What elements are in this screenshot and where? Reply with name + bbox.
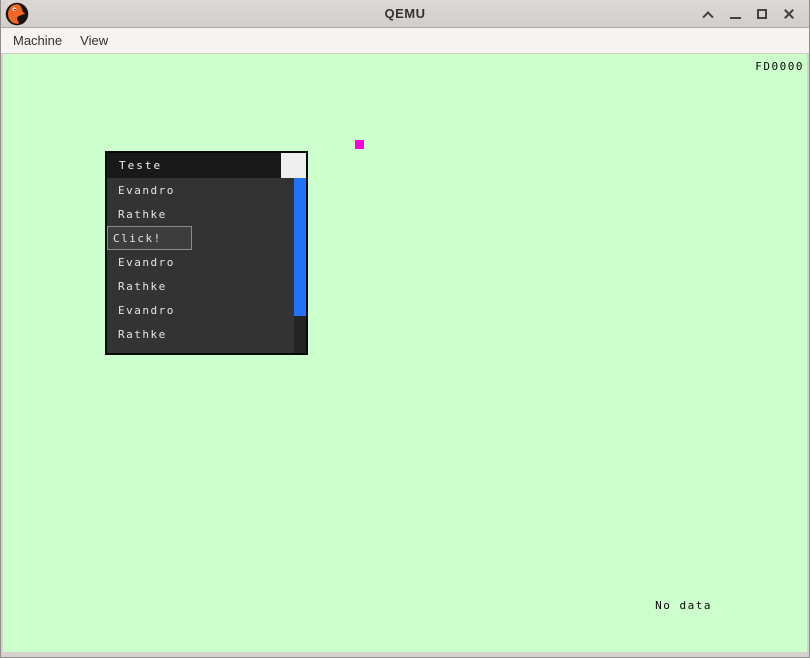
menu-bar: Machine View xyxy=(1,28,809,54)
teste-titlebar[interactable]: Teste xyxy=(107,153,306,178)
maximize-icon xyxy=(757,8,767,19)
click-button[interactable]: Click! xyxy=(107,226,192,250)
list-item[interactable]: Rathke xyxy=(107,322,294,346)
teste-body: Evandro Rathke Click! Evandro Rathke Eva… xyxy=(107,178,306,353)
menu-machine[interactable]: Machine xyxy=(13,33,62,48)
list-item-label: Rathke xyxy=(118,279,167,293)
status-label-fd: FD0000 xyxy=(755,60,804,73)
list-item[interactable]: Evandro xyxy=(107,298,294,322)
list-item-label: Evandro xyxy=(118,183,175,197)
shade-button[interactable] xyxy=(698,3,718,25)
status-label-no-data: No data xyxy=(655,599,712,612)
list-item-label: Evandro xyxy=(118,303,175,317)
window-title: QEMU xyxy=(384,6,426,21)
minimize-icon xyxy=(729,16,741,19)
teste-list: Evandro Rathke Click! Evandro Rathke Eva… xyxy=(107,178,294,346)
vm-display[interactable]: FD0000 Teste Evandro Rathke Click! Evand… xyxy=(3,54,807,652)
qemu-window: QEMU Machine View FD0000 Teste Evandro R… xyxy=(0,0,810,658)
list-item: Click! xyxy=(107,226,294,250)
list-item[interactable]: Evandro xyxy=(107,178,294,202)
qemu-logo-icon xyxy=(5,2,29,26)
window-controls xyxy=(698,3,809,25)
close-button[interactable] xyxy=(779,3,799,25)
close-icon xyxy=(783,8,795,20)
guest-cursor-block xyxy=(355,140,364,149)
maximize-button[interactable] xyxy=(752,3,772,25)
list-item-label: Evandro xyxy=(118,255,175,269)
window-titlebar[interactable]: QEMU xyxy=(1,0,809,28)
teste-titlebar-button[interactable] xyxy=(281,153,306,178)
teste-scrollbar[interactable] xyxy=(294,178,306,353)
list-item-label: Rathke xyxy=(118,207,167,221)
teste-scrollbar-thumb[interactable] xyxy=(294,178,306,317)
list-item[interactable]: Rathke xyxy=(107,274,294,298)
chevron-up-icon xyxy=(702,10,714,22)
menu-view[interactable]: View xyxy=(80,33,108,48)
minimize-button[interactable] xyxy=(725,3,745,25)
list-item-label: Rathke xyxy=(118,327,167,341)
teste-window: Teste Evandro Rathke Click! Evandro Rath… xyxy=(105,151,308,355)
list-item[interactable]: Evandro xyxy=(107,250,294,274)
list-item[interactable]: Rathke xyxy=(107,202,294,226)
teste-title: Teste xyxy=(119,159,163,172)
